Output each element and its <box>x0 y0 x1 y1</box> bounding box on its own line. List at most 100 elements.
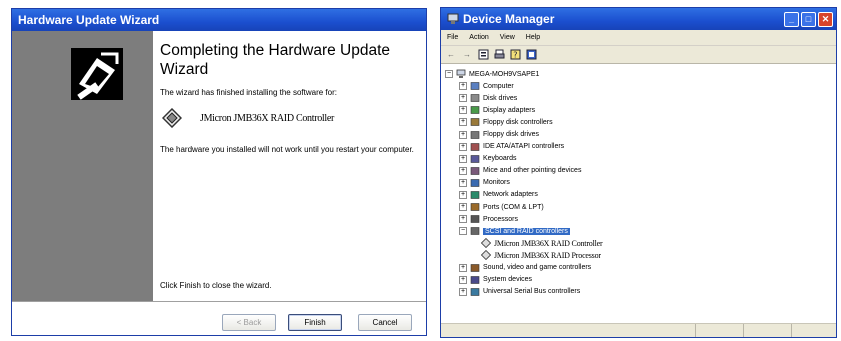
expand-icon[interactable]: + <box>459 263 467 272</box>
tree-node-label: Disk drives <box>483 94 518 102</box>
tree-node-keyboard[interactable]: + Keyboards <box>445 153 832 165</box>
tree-node-label: System devices <box>483 276 533 284</box>
expand-icon[interactable]: + <box>459 287 467 296</box>
hardware-update-wizard-window: Hardware Update Wizard Completing the Ha… <box>11 8 427 336</box>
wizard-divider <box>12 301 426 302</box>
tree-node-ide-controller[interactable]: + IDE ATA/ATAPI controllers <box>445 141 832 153</box>
tree-node-label: Sound, video and game controllers <box>483 264 592 272</box>
collapse-icon[interactable]: − <box>445 70 453 79</box>
tree-node-floppy-drive[interactable]: + Floppy disk drives <box>445 128 832 140</box>
device-manager-app-icon <box>447 13 459 24</box>
tree-node-usb[interactable]: + Universal Serial Bus controllers <box>445 286 832 298</box>
tree-node-scsi[interactable]: − SCSI and RAID controllers <box>445 225 832 237</box>
system-device-icon <box>470 275 480 284</box>
tree-root[interactable]: − MEGA-MOH9VSAPE1 <box>445 68 832 80</box>
tree-node-label: Display adapters <box>483 106 536 114</box>
wizard-body: Completing the Hardware Update Wizard Th… <box>12 31 426 335</box>
installed-device-name: JMicron JMB36X RAID Controller <box>200 112 335 124</box>
expand-icon[interactable]: + <box>459 154 467 163</box>
expand-icon[interactable]: + <box>459 94 467 103</box>
expand-icon[interactable]: + <box>459 130 467 139</box>
tree-root-label: MEGA-MOH9VSAPE1 <box>469 70 540 78</box>
monitor-icon <box>470 179 480 187</box>
tree-node-mouse[interactable]: + Mice and other pointing devices <box>445 165 832 177</box>
toolbar: ← → ? <box>441 46 836 64</box>
tree-node-label: IDE ATA/ATAPI controllers <box>483 143 565 151</box>
tree-node-label: Mice and other pointing devices <box>483 167 582 175</box>
tree-node-label: Network adapters <box>483 191 538 199</box>
help-icon[interactable]: ? <box>509 49 521 61</box>
sound-icon <box>470 263 480 272</box>
menu-bar: File Action View Help <box>441 30 836 46</box>
print-icon[interactable] <box>493 49 505 61</box>
expand-icon[interactable]: + <box>459 106 467 115</box>
expand-icon[interactable]: + <box>459 118 467 127</box>
expand-icon[interactable]: + <box>459 82 467 91</box>
floppy-controller-icon <box>470 118 480 127</box>
installed-device: JMicron JMB36X RAID Controller <box>162 108 420 128</box>
finish-button[interactable]: Finish <box>288 314 342 331</box>
collapse-icon[interactable]: − <box>459 227 467 236</box>
tree-child-device[interactable]: JMicron JMB36X RAID Controller <box>445 237 832 249</box>
expand-icon[interactable]: + <box>459 166 467 175</box>
tree-node-label: SCSI and RAID controllers <box>483 227 570 235</box>
cancel-button[interactable]: Cancel <box>358 314 412 331</box>
expand-icon[interactable]: + <box>459 203 467 212</box>
menu-view[interactable]: View <box>500 34 515 41</box>
network-adapter-icon <box>470 191 480 199</box>
wizard-side-panel <box>12 31 153 301</box>
forward-arrow-icon[interactable]: → <box>461 49 473 61</box>
tree-node-system-device[interactable]: + System devices <box>445 274 832 286</box>
properties-icon[interactable] <box>477 49 489 61</box>
tree-node-label: Ports (COM & LPT) <box>483 203 544 211</box>
expand-icon[interactable]: + <box>459 275 467 284</box>
expand-icon[interactable]: + <box>459 142 467 151</box>
computer-root-icon <box>456 69 466 79</box>
floppy-drive-icon <box>470 130 480 139</box>
device-manager-window: Device Manager _ □ ✕ File Action View He… <box>440 7 837 338</box>
minimize-icon: _ <box>788 14 794 24</box>
scan-icon[interactable] <box>525 49 537 61</box>
wizard-title: Hardware Update Wizard <box>12 9 426 31</box>
disk-drive-icon <box>470 94 480 103</box>
back-arrow-icon[interactable]: ← <box>445 49 457 61</box>
tree-node-disk-drive[interactable]: + Disk drives <box>445 92 832 104</box>
expand-icon[interactable]: + <box>459 178 467 187</box>
scsi-icon <box>470 227 480 236</box>
controller-device-icon <box>481 250 491 261</box>
tree-node-label: Keyboards <box>483 155 517 163</box>
tree-child-label: JMicron JMB36X RAID Controller <box>494 238 603 248</box>
minimize-button[interactable]: _ <box>784 11 799 27</box>
tree-child-label: JMicron JMB36X RAID Processor <box>494 250 601 260</box>
hardware-install-icon <box>71 48 123 100</box>
menu-file[interactable]: File <box>447 34 458 41</box>
status-pane-2 <box>696 324 744 337</box>
tree-node-label: Monitors <box>483 179 510 187</box>
tree-node-display-adapter[interactable]: + Display adapters <box>445 104 832 116</box>
status-pane-1 <box>441 324 696 337</box>
wizard-warning-text: The hardware you installed will not work… <box>160 145 414 154</box>
menu-action[interactable]: Action <box>469 34 488 41</box>
mouse-icon <box>470 166 480 175</box>
tree-node-port[interactable]: + Ports (COM & LPT) <box>445 201 832 213</box>
close-button[interactable]: ✕ <box>818 11 833 27</box>
tree-node-monitor[interactable]: + Monitors <box>445 177 832 189</box>
display-adapter-icon <box>470 106 480 115</box>
controller-device-icon <box>162 108 182 128</box>
tree-node-network-adapter[interactable]: + Network adapters <box>445 189 832 201</box>
close-icon: ✕ <box>821 13 830 24</box>
expand-icon[interactable]: + <box>459 190 467 199</box>
back-button[interactable]: < Back <box>222 314 276 331</box>
controller-device-icon <box>481 238 491 249</box>
expand-icon[interactable]: + <box>459 215 467 224</box>
tree-child-device[interactable]: JMicron JMB36X RAID Processor <box>445 249 832 261</box>
wizard-finish-instruction: Click Finish to close the wizard. <box>160 281 272 290</box>
computer-icon <box>470 82 480 90</box>
tree-node-floppy-controller[interactable]: + Floppy disk controllers <box>445 116 832 128</box>
maximize-button[interactable]: □ <box>801 11 816 27</box>
tree-node-computer[interactable]: + Computer <box>445 80 832 92</box>
tree-node-processor[interactable]: + Processors <box>445 213 832 225</box>
tree-node-sound[interactable]: + Sound, video and game controllers <box>445 262 832 274</box>
wizard-finished-text: The wizard has finished installing the s… <box>160 88 337 97</box>
menu-help[interactable]: Help <box>526 34 540 41</box>
